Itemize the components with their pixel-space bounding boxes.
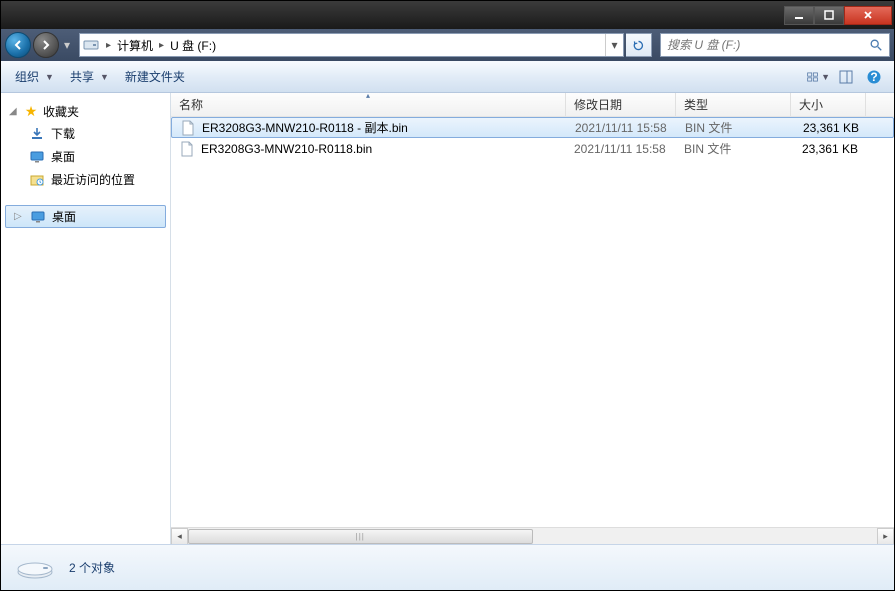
sidebar-item-label: 桌面 — [52, 208, 76, 225]
favorites-label: 收藏夹 — [43, 103, 79, 120]
favorites-header[interactable]: ◢ ★ 收藏夹 — [1, 101, 170, 122]
breadcrumb-segment-computer[interactable]: 计算机 — [115, 37, 155, 54]
nav-history-dropdown[interactable]: ▾ — [61, 38, 73, 52]
scroll-right-button[interactable]: ▸ — [877, 528, 894, 545]
navigation-bar: ▾ ▸ 计算机 ▸ U 盘 (F:) ▾ — [1, 29, 894, 61]
minimize-button[interactable] — [784, 6, 814, 25]
file-date: 2021/11/11 15:58 — [567, 121, 677, 135]
status-bar: 2 个对象 — [1, 544, 894, 590]
sidebar-item-desktop-root[interactable]: ▷ 桌面 — [5, 205, 166, 228]
file-size: 23,361 KB — [792, 121, 867, 135]
forward-button[interactable] — [33, 32, 59, 58]
desktop-icon — [30, 209, 46, 225]
sidebar-item-desktop[interactable]: 桌面 — [1, 145, 170, 168]
column-headers: 名称 修改日期 类型 大小 — [171, 93, 894, 117]
download-icon — [29, 126, 45, 142]
file-type: BIN 文件 — [677, 119, 792, 136]
recent-icon — [29, 172, 45, 188]
desktop-icon — [29, 149, 45, 165]
scroll-left-button[interactable]: ◂ — [171, 528, 188, 545]
help-button[interactable]: ? — [862, 65, 886, 89]
scroll-track[interactable]: ||| — [188, 528, 877, 545]
file-date: 2021/11/11 15:58 — [566, 142, 676, 156]
desktop-group: ▷ 桌面 — [1, 205, 170, 228]
file-icon — [179, 141, 195, 157]
refresh-button[interactable] — [626, 33, 652, 57]
caret-icon: ◢ — [9, 106, 19, 117]
close-button[interactable] — [844, 6, 892, 25]
address-dropdown[interactable]: ▾ — [605, 34, 623, 56]
scroll-thumb[interactable]: ||| — [188, 529, 533, 544]
sidebar-item-downloads[interactable]: 下载 — [1, 122, 170, 145]
file-name: ER3208G3-MNW210-R0118 - 副本.bin — [202, 119, 408, 136]
back-button[interactable] — [5, 32, 31, 58]
file-name: ER3208G3-MNW210-R0118.bin — [201, 142, 372, 156]
column-header-size[interactable]: 大小 — [791, 93, 866, 116]
column-header-date[interactable]: 修改日期 — [566, 93, 676, 116]
file-size: 23,361 KB — [791, 142, 866, 156]
preview-pane-button[interactable] — [834, 65, 858, 89]
body-area: ◢ ★ 收藏夹 下载 桌面 最近访问的位置 — [1, 93, 894, 544]
horizontal-scrollbar: ◂ ||| ▸ — [171, 527, 894, 544]
column-header-type[interactable]: 类型 — [676, 93, 791, 116]
file-row[interactable]: ER3208G3-MNW210-R0118.bin 2021/11/11 15:5… — [171, 138, 894, 159]
command-bar: 组织▼ 共享▼ 新建文件夹 ▼ ? — [1, 61, 894, 93]
file-type: BIN 文件 — [676, 140, 791, 157]
column-header-name[interactable]: 名称 — [171, 93, 566, 116]
favorites-group: ◢ ★ 收藏夹 下载 桌面 最近访问的位置 — [1, 101, 170, 191]
address-bar[interactable]: ▸ 计算机 ▸ U 盘 (F:) ▾ — [79, 33, 624, 57]
svg-text:?: ? — [870, 70, 877, 84]
drive-icon — [15, 552, 55, 584]
file-row[interactable]: ER3208G3-MNW210-R0118 - 副本.bin 2021/11/11… — [171, 117, 894, 138]
organize-menu[interactable]: 组织▼ — [9, 65, 60, 88]
status-text: 2 个对象 — [69, 559, 115, 576]
share-menu[interactable]: 共享▼ — [64, 65, 115, 88]
navigation-pane: ◢ ★ 收藏夹 下载 桌面 最近访问的位置 — [1, 93, 171, 544]
breadcrumb-segment-drive[interactable]: U 盘 (F:) — [168, 37, 218, 54]
sidebar-item-label: 下载 — [51, 125, 75, 142]
view-options-button[interactable]: ▼ — [806, 65, 830, 89]
breadcrumb-root-arrow[interactable]: ▸ — [104, 40, 113, 51]
title-bar — [1, 1, 894, 29]
search-input[interactable] — [667, 38, 869, 52]
maximize-button[interactable] — [814, 6, 844, 25]
sidebar-item-label: 最近访问的位置 — [51, 171, 135, 188]
file-list[interactable]: ER3208G3-MNW210-R0118 - 副本.bin 2021/11/11… — [171, 117, 894, 527]
drive-icon — [80, 39, 102, 51]
search-icon — [869, 38, 883, 52]
new-folder-button[interactable]: 新建文件夹 — [119, 65, 191, 88]
sidebar-item-recent[interactable]: 最近访问的位置 — [1, 168, 170, 191]
file-icon — [180, 120, 196, 136]
sidebar-item-label: 桌面 — [51, 148, 75, 165]
explorer-window: ▾ ▸ 计算机 ▸ U 盘 (F:) ▾ 组织▼ 共享▼ 新建文件夹 — [0, 0, 895, 591]
breadcrumb-arrow[interactable]: ▸ — [157, 40, 166, 51]
caret-icon: ▷ — [14, 211, 24, 222]
search-box[interactable] — [660, 33, 890, 57]
star-icon: ★ — [23, 104, 39, 120]
file-view: 名称 修改日期 类型 大小 ER3208G3-MNW210-R0118 - 副本… — [171, 93, 894, 544]
breadcrumb: ▸ 计算机 ▸ U 盘 (F:) — [102, 37, 605, 54]
